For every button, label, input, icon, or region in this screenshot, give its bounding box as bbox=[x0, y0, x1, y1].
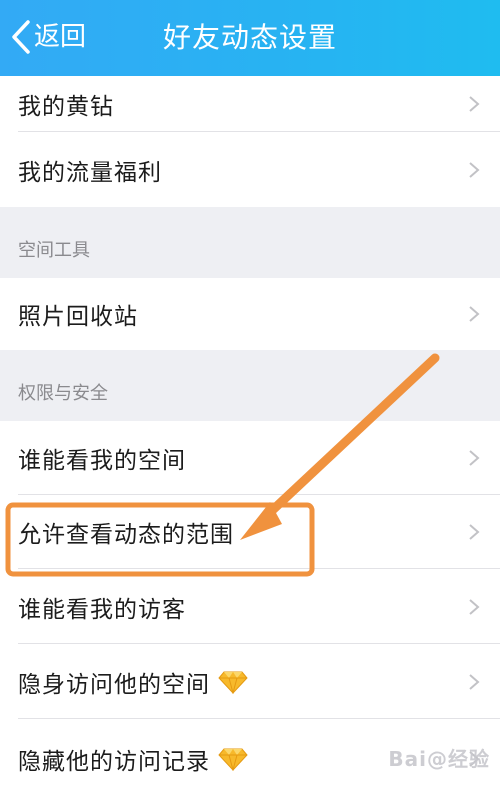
chevron-right-icon bbox=[469, 450, 480, 466]
row-label: 谁能看我的访客 bbox=[18, 596, 186, 623]
section-header-privacy: 权限与安全 bbox=[0, 350, 500, 421]
row-label: 照片回收站 bbox=[18, 304, 138, 330]
row-label: 谁能看我的空间 bbox=[18, 448, 186, 474]
header-bar: 返回 好友动态设置 bbox=[0, 0, 500, 76]
row-label: 我的流量福利 bbox=[18, 159, 162, 186]
row-yellow-diamond[interactable]: 我的黄钻 bbox=[0, 76, 500, 132]
chevron-right-icon bbox=[469, 598, 480, 615]
row-label: 允许查看动态的范围 bbox=[18, 522, 234, 548]
section-header-tools: 空间工具 bbox=[0, 207, 500, 278]
chevron-right-icon bbox=[469, 306, 480, 322]
row-label: 隐身访问他的空间 bbox=[18, 671, 210, 698]
row-label: 隐藏他的访问记录 bbox=[18, 749, 210, 775]
diamond-icon bbox=[218, 748, 248, 771]
chevron-right-icon bbox=[469, 161, 480, 178]
chevron-right-icon bbox=[469, 524, 480, 540]
chevron-right-icon bbox=[469, 673, 480, 690]
row-traffic-benefit[interactable]: 我的流量福利 bbox=[0, 132, 500, 207]
row-allow-view-scope[interactable]: 允许查看动态的范围 bbox=[0, 495, 500, 569]
row-invisible-visit[interactable]: 隐身访问他的空间 bbox=[0, 644, 500, 719]
watermark: Bai@经验 bbox=[388, 747, 490, 771]
row-who-can-see-visitors[interactable]: 谁能看我的访客 bbox=[0, 569, 500, 644]
section-label: 权限与安全 bbox=[18, 383, 108, 404]
row-photo-recycle[interactable]: 照片回收站 bbox=[0, 278, 500, 350]
row-who-can-see-space[interactable]: 谁能看我的空间 bbox=[0, 421, 500, 495]
row-label: 我的黄钻 bbox=[18, 94, 114, 120]
page-title: 好友动态设置 bbox=[162, 21, 337, 54]
diamond-icon bbox=[218, 671, 248, 694]
settings-list: 我的黄钻 我的流量福利 空间工具 照片回收站 权限与安全 谁能看我的空间 允许查… bbox=[0, 76, 500, 799]
chevron-right-icon bbox=[469, 96, 480, 112]
section-label: 空间工具 bbox=[18, 240, 90, 261]
